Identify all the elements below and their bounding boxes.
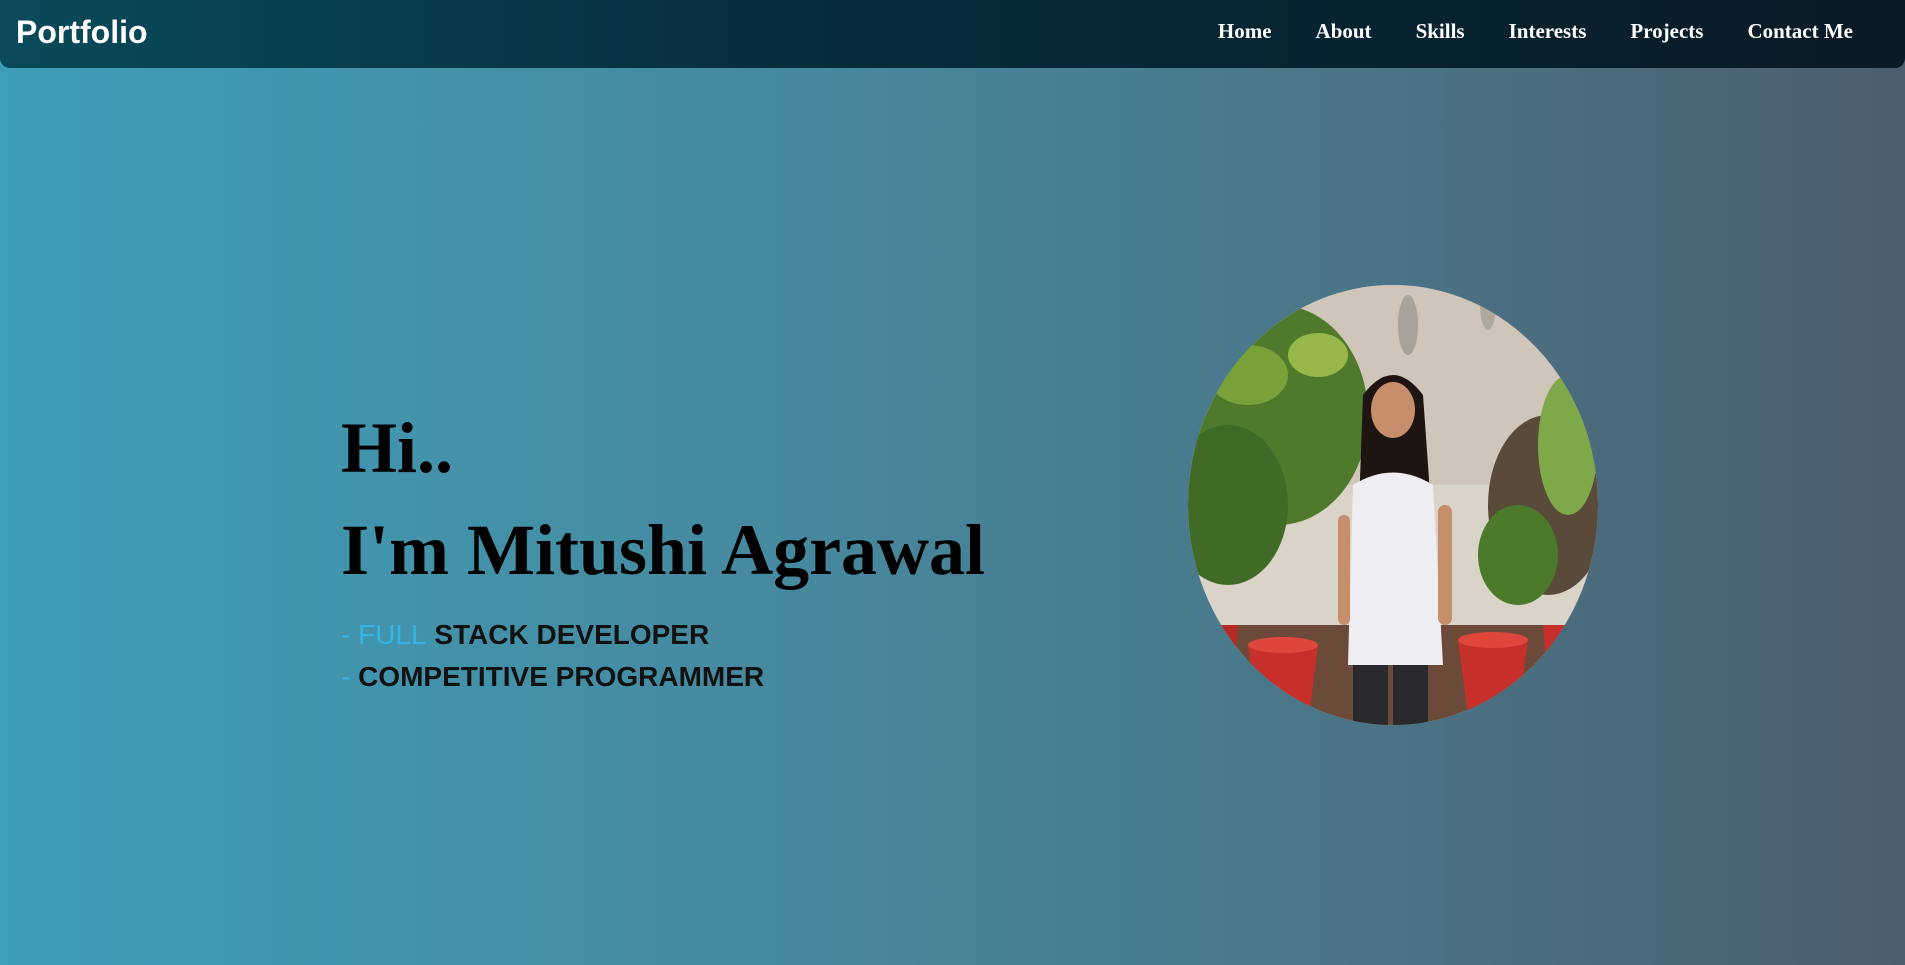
navbar: Portfolio Home About Skills Interests Pr… [0, 0, 1905, 68]
role-dash: - [341, 619, 359, 650]
hero-text: Hi.. I'm Mitushi Agrawal - FULL STACK DE… [341, 400, 985, 698]
brand-logo[interactable]: Portfolio [16, 12, 148, 52]
nav-link-home[interactable]: Home [1218, 18, 1272, 44]
role-competitive-programmer: - COMPETITIVE PROGRAMMER [341, 656, 985, 698]
role-full-stack: - FULL STACK DEVELOPER [341, 614, 985, 656]
nav-link-interests[interactable]: Interests [1509, 18, 1587, 44]
role-dash: - [341, 661, 359, 692]
role-text: COMPETITIVE PROGRAMMER [358, 661, 765, 692]
nav-link-about[interactable]: About [1316, 18, 1372, 44]
roles-list: - FULL STACK DEVELOPER - COMPETITIVE PRO… [341, 614, 985, 698]
nav-link-skills[interactable]: Skills [1416, 18, 1465, 44]
nav-link-projects[interactable]: Projects [1630, 18, 1703, 44]
role-text: STACK DEVELOPER [426, 619, 710, 650]
role-accent-word: FULL [358, 619, 427, 650]
nav-link-contact[interactable]: Contact Me [1747, 18, 1853, 44]
hero-name: I'm Mitushi Agrawal [341, 510, 986, 590]
profile-photo-image [1188, 285, 1598, 725]
nav-links: Home About Skills Interests Projects Con… [1218, 18, 1853, 44]
hero-greeting: Hi.. [341, 408, 454, 488]
profile-photo [1188, 285, 1598, 725]
